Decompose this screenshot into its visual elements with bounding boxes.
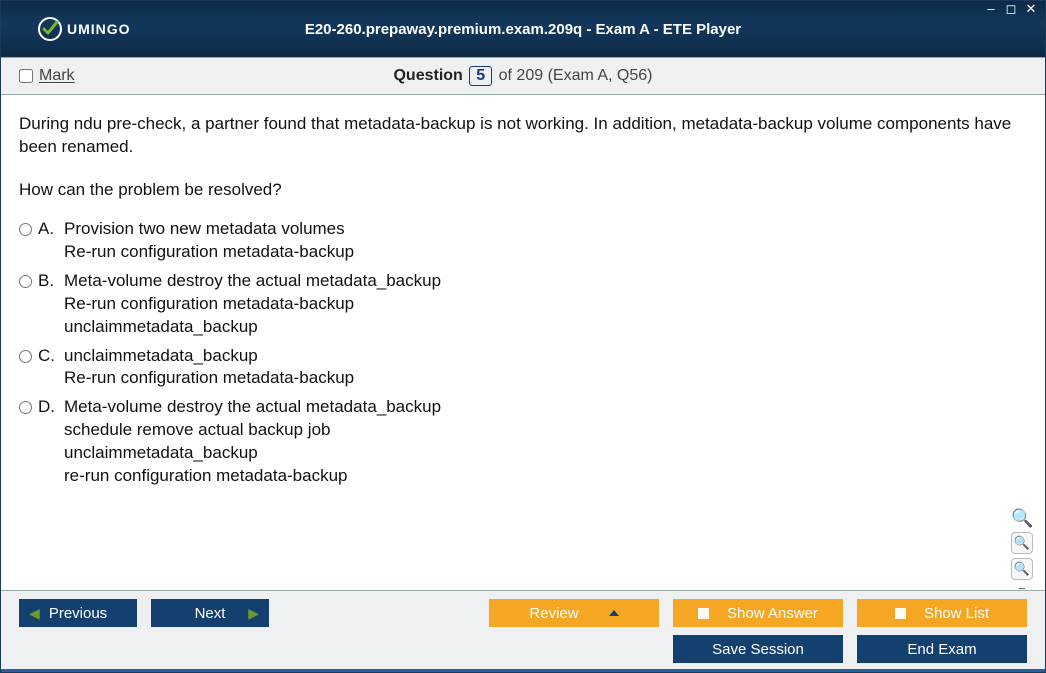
- zoom-in-icon[interactable]: 🔍+: [1011, 532, 1033, 554]
- triangle-up-icon: [609, 610, 619, 616]
- option-radio[interactable]: [19, 350, 32, 363]
- option-row[interactable]: B. Meta-volume destroy the actual metadat…: [19, 270, 1029, 339]
- review-button[interactable]: Review: [489, 599, 659, 627]
- question-word: Question: [393, 67, 462, 84]
- previous-label: Previous: [49, 605, 107, 622]
- title-bar: UMINGO E20-260.prepaway.premium.exam.209…: [1, 1, 1045, 57]
- option-text: unclaimmetadata_backup Re-run configurat…: [64, 345, 354, 391]
- window-controls: – ◻ ✕: [983, 3, 1039, 17]
- mark-checkbox[interactable]: [19, 69, 33, 83]
- maximize-icon[interactable]: ◻: [1003, 3, 1019, 17]
- next-button[interactable]: Next ▶: [151, 599, 269, 627]
- option-text: Meta-volume destroy the actual metadata_…: [64, 270, 441, 339]
- option-radio[interactable]: [19, 223, 32, 236]
- option-radio[interactable]: [19, 275, 32, 288]
- show-answer-label: Show Answer: [727, 605, 818, 622]
- chevron-left-icon: ◀: [29, 605, 40, 622]
- options-list: A. Provision two new metadata volumes Re-…: [19, 218, 1029, 488]
- next-label: Next: [195, 605, 226, 622]
- end-exam-label: End Exam: [907, 641, 976, 658]
- chevron-right-icon: ▶: [248, 605, 259, 622]
- previous-button[interactable]: ◀ Previous: [19, 599, 137, 627]
- mark-label: Mark: [39, 67, 75, 85]
- question-stem: During ndu pre-check, a partner found th…: [19, 113, 1029, 159]
- option-text: Meta-volume destroy the actual metadata_…: [64, 396, 441, 488]
- question-prompt: How can the problem be resolved?: [19, 179, 1029, 202]
- review-label: Review: [529, 605, 578, 622]
- minimize-icon[interactable]: –: [983, 3, 999, 17]
- bottom-accent: [1, 669, 1045, 672]
- zoom-tools: 🔍 🔍+ 🔍−: [1011, 506, 1033, 580]
- option-letter: B.: [38, 270, 58, 293]
- question-content: During ndu pre-check, a partner found th…: [1, 95, 1045, 590]
- question-total: of 209 (Exam A, Q56): [499, 67, 653, 84]
- info-bar: Mark Question 5 of 209 (Exam A, Q56): [1, 57, 1045, 95]
- save-session-button[interactable]: Save Session: [673, 635, 843, 663]
- window-title: E20-260.prepaway.premium.exam.209q - Exa…: [1, 21, 1045, 38]
- option-letter: C.: [38, 345, 58, 368]
- show-list-label: Show List: [924, 605, 989, 622]
- search-icon[interactable]: 🔍: [1011, 506, 1033, 528]
- square-icon: [698, 608, 709, 619]
- option-radio[interactable]: [19, 401, 32, 414]
- zoom-out-icon[interactable]: 🔍−: [1011, 558, 1033, 580]
- option-row[interactable]: D. Meta-volume destroy the actual metadat…: [19, 396, 1029, 488]
- brand-logo: UMINGO: [37, 16, 131, 42]
- end-exam-button[interactable]: End Exam: [857, 635, 1027, 663]
- show-answer-button[interactable]: Show Answer: [673, 599, 843, 627]
- option-text: Provision two new metadata volumes Re-ru…: [64, 218, 354, 264]
- option-row[interactable]: C. unclaimmetadata_backup Re-run configur…: [19, 345, 1029, 391]
- close-icon[interactable]: ✕: [1023, 3, 1039, 17]
- brand-text: UMINGO: [67, 21, 131, 37]
- save-session-label: Save Session: [712, 641, 804, 658]
- square-icon: [895, 608, 906, 619]
- footer: ◀ Previous Next ▶ Review Show Answer Sho…: [1, 590, 1045, 669]
- question-position: Question 5 of 209 (Exam A, Q56): [1, 66, 1045, 86]
- option-letter: D.: [38, 396, 58, 419]
- question-number: 5: [469, 66, 492, 86]
- checkmark-icon: [37, 16, 63, 42]
- show-list-button[interactable]: Show List: [857, 599, 1027, 627]
- option-row[interactable]: A. Provision two new metadata volumes Re-…: [19, 218, 1029, 264]
- mark-checkbox-wrap[interactable]: Mark: [19, 67, 75, 85]
- option-letter: A.: [38, 218, 58, 241]
